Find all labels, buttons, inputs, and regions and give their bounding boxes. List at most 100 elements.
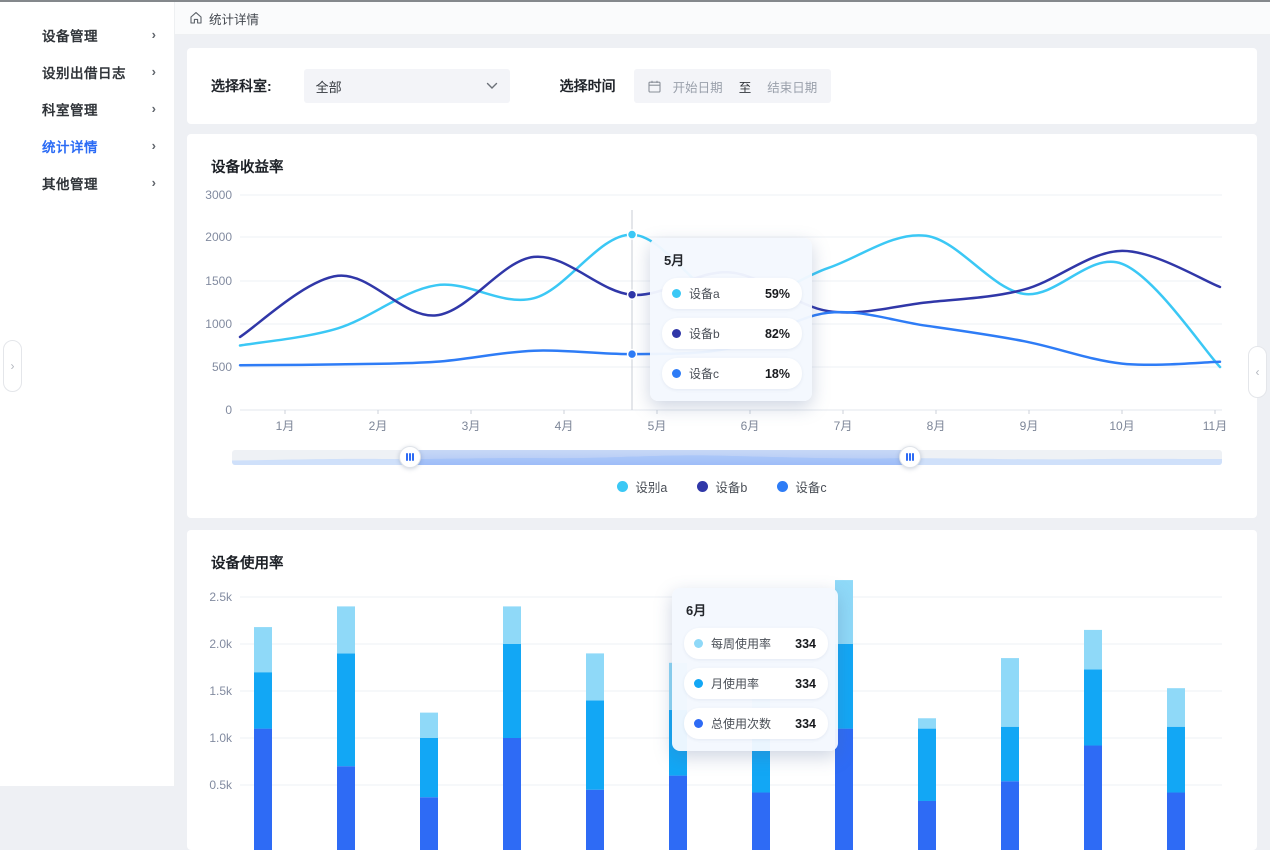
svg-text:3000: 3000 (205, 188, 232, 202)
legend-label: 设别a (635, 477, 667, 496)
usage-chart-title: 设备使用率 (211, 552, 284, 573)
svg-text:9月: 9月 (1020, 419, 1039, 433)
home-icon (189, 11, 203, 25)
filter-panel: 选择科室: 全部 选择时间 开始日期 至 结束日期 (187, 48, 1257, 124)
svg-text:8月: 8月 (927, 419, 946, 433)
panel-collapse-toggle[interactable]: ‹ (1248, 346, 1267, 398)
svg-text:2月: 2月 (369, 419, 388, 433)
main-content: 统计详情 选择科室: 全部 选择时间 开始日期 至 结束日期 设备收益率 300… (175, 2, 1270, 786)
datazoom-track[interactable] (232, 450, 1222, 465)
date-range-picker[interactable]: 开始日期 至 结束日期 (634, 69, 832, 103)
tooltip-series-name: 设备b (689, 325, 751, 342)
revenue-chart-card: 设备收益率 300020001500100050001月2月3月4月5月6月7月… (187, 134, 1257, 518)
svg-text:10月: 10月 (1109, 419, 1134, 433)
sidebar-item-label: 科室管理 (42, 99, 152, 119)
tooltip-row: 每周使用率 334 (684, 628, 828, 659)
tooltip-series-dot (672, 369, 681, 378)
legend-item-3[interactable]: 设备c (777, 477, 826, 496)
svg-text:4月: 4月 (555, 419, 574, 433)
tooltip-series-value: 18% (765, 367, 790, 381)
legend-dot (617, 481, 628, 492)
tooltip-series-dot (672, 289, 681, 298)
tooltip-series-value: 82% (765, 327, 790, 341)
tooltip-row: 设备c 18% (662, 358, 802, 389)
tooltip-series-dot (694, 679, 703, 688)
tooltip-series-value: 334 (795, 677, 816, 691)
svg-text:1月: 1月 (276, 419, 295, 433)
svg-text:0: 0 (225, 403, 232, 417)
tooltip-title: 5月 (664, 250, 802, 269)
svg-text:3月: 3月 (462, 419, 481, 433)
svg-text:1.5k: 1.5k (209, 684, 233, 698)
chevron-right-icon: › (152, 138, 156, 153)
usage-chart-card: 设备使用率 2.5k2.0k1.5k1.0k0.5k 6月每周使用率334月使用… (187, 530, 1257, 850)
department-filter-label: 选择科室: (211, 76, 272, 96)
datazoom-handle-left[interactable] (399, 446, 421, 468)
sidebar-item-label: 统计详情 (42, 136, 152, 156)
sidebar-item-4[interactable]: 统计详情› (0, 127, 174, 164)
tooltip-series-value: 334 (795, 717, 816, 731)
legend-label: 设备b (715, 477, 747, 496)
tooltip-row: 设备a 59% (662, 278, 802, 309)
svg-text:500: 500 (212, 360, 232, 374)
legend-item-2[interactable]: 设备b (697, 477, 747, 496)
datazoom-window[interactable] (410, 450, 910, 465)
chevron-right-icon: › (152, 64, 156, 79)
legend-item-1[interactable]: 设别a (617, 477, 667, 496)
svg-text:1.0k: 1.0k (209, 731, 233, 745)
datazoom-slider[interactable] (232, 450, 1222, 465)
tooltip-series-dot (694, 719, 703, 728)
chevron-right-icon: › (152, 175, 156, 190)
revenue-chart-tooltip: 5月设备a 59% 设备b 82% 设备c 18% (650, 238, 812, 401)
chevron-right-icon: › (152, 101, 156, 116)
breadcrumb: 统计详情 (175, 2, 1270, 35)
sidebar-item-1[interactable]: 设备管理› (0, 16, 174, 53)
tooltip-series-dot (672, 329, 681, 338)
tooltip-series-name: 设备a (689, 285, 751, 302)
chevron-left-icon: ‹ (1256, 365, 1260, 379)
chevron-right-icon: › (152, 27, 156, 42)
department-select-value: 全部 (316, 77, 486, 96)
sidebar-item-3[interactable]: 科室管理› (0, 90, 174, 127)
date-separator: 至 (739, 77, 752, 96)
sidebar-item-2[interactable]: 设别出借日志› (0, 53, 174, 90)
sidebar-item-label: 设备管理 (42, 25, 152, 45)
tooltip-series-name: 每周使用率 (711, 635, 781, 652)
tooltip-series-name: 总使用次数 (711, 715, 781, 732)
tooltip-row: 设备b 82% (662, 318, 802, 349)
svg-text:1500: 1500 (205, 274, 232, 288)
date-start-placeholder[interactable]: 开始日期 (673, 77, 723, 96)
datazoom-handle-right[interactable] (899, 446, 921, 468)
time-filter-label: 选择时间 (560, 76, 616, 96)
svg-text:2000: 2000 (205, 230, 232, 244)
date-end-placeholder[interactable]: 结束日期 (767, 77, 817, 96)
sidebar-item-5[interactable]: 其他管理› (0, 164, 174, 201)
svg-text:2.5k: 2.5k (209, 590, 233, 604)
tooltip-title: 6月 (686, 600, 828, 619)
sidebar-item-label: 设别出借日志 (42, 62, 152, 82)
breadcrumb-label: 统计详情 (209, 9, 259, 28)
legend-dot (777, 481, 788, 492)
svg-text:0.5k: 0.5k (209, 778, 233, 792)
tooltip-row: 月使用率 334 (684, 668, 828, 699)
legend-label: 设备c (795, 477, 826, 496)
tooltip-row: 总使用次数 334 (684, 708, 828, 739)
usage-chart-tooltip: 6月每周使用率 334 月使用率 334 总使用次数 334 (672, 588, 838, 751)
svg-text:2.0k: 2.0k (209, 637, 233, 651)
svg-text:5月: 5月 (648, 419, 667, 433)
chart-legend: 设别a 设备b 设备c (187, 477, 1257, 496)
chevron-down-icon (486, 82, 498, 90)
tooltip-series-value: 334 (795, 637, 816, 651)
tooltip-series-value: 59% (765, 287, 790, 301)
tooltip-series-dot (694, 639, 703, 648)
legend-dot (697, 481, 708, 492)
tooltip-series-name: 设备c (689, 365, 751, 382)
svg-text:1000: 1000 (205, 317, 232, 331)
tooltip-series-name: 月使用率 (711, 675, 781, 692)
svg-text:7月: 7月 (834, 419, 853, 433)
sidebar-collapse-toggle[interactable]: › (3, 340, 22, 392)
sidebar: 设备管理›设别出借日志›科室管理›统计详情›其他管理› (0, 2, 175, 786)
window-top-strip (0, 0, 1270, 2)
sidebar-item-label: 其他管理 (42, 173, 152, 193)
department-select[interactable]: 全部 (304, 69, 510, 103)
